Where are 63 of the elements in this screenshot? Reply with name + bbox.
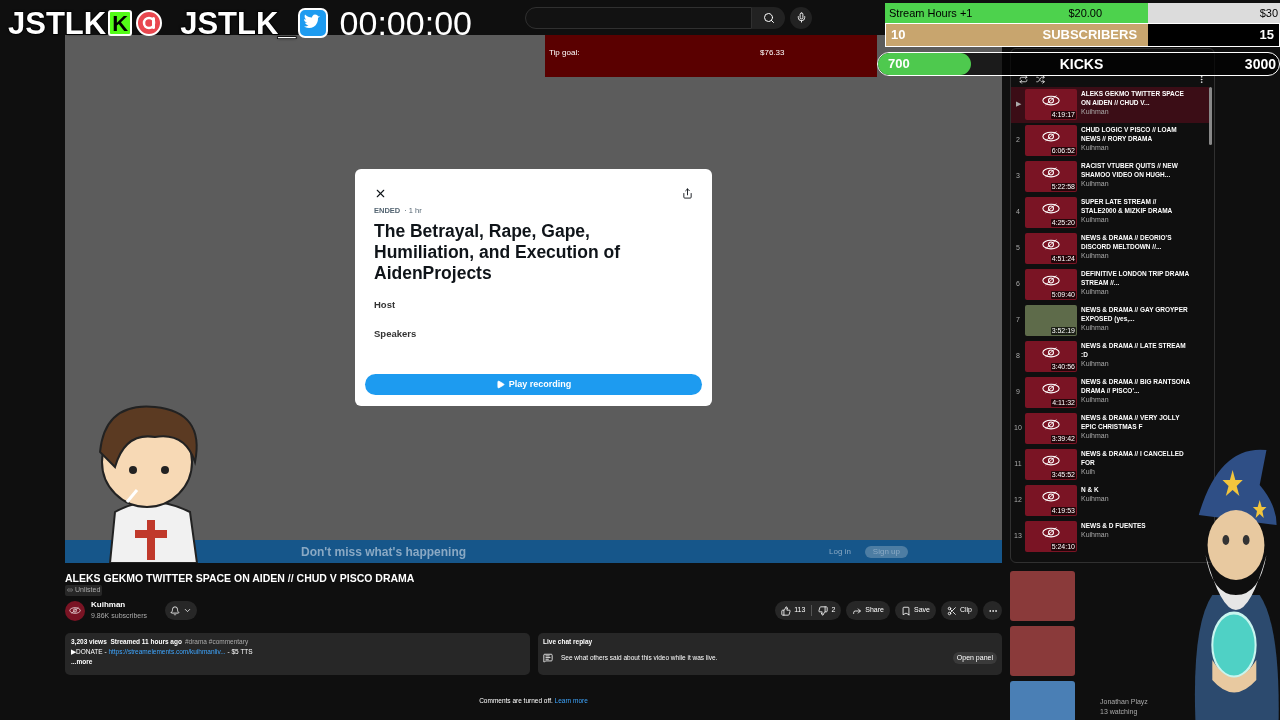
channel-avatar[interactable] <box>65 600 85 621</box>
close-icon[interactable] <box>374 187 387 200</box>
channel-name[interactable]: Kuihman <box>91 599 148 612</box>
kicks-target: 3000 <box>1244 54 1276 74</box>
scrollbar-thumb[interactable] <box>1209 87 1212 145</box>
link-icon <box>67 587 73 594</box>
bell-icon <box>170 605 181 616</box>
mic-icon <box>795 12 807 23</box>
kicks-count: 700 <box>888 55 910 74</box>
search-icon <box>762 11 775 24</box>
section-heading: Speakers <box>374 326 418 341</box>
eye-logo-icon <box>1040 526 1062 539</box>
stream-hours-target: $30 <box>1259 5 1278 21</box>
stream-hours-label: Stream Hours +1 <box>889 5 973 21</box>
thumbs-down-icon <box>818 605 829 616</box>
eye-logo-icon <box>1040 166 1062 179</box>
video-title: ALEKS GEKMO TWITTER SPACE ON AIDEN // CHUD V PISCO DRAMA <box>65 571 416 585</box>
thumbs-up-icon <box>781 605 792 616</box>
repeat-icon[interactable] <box>1019 75 1028 84</box>
eye-logo-icon <box>1040 418 1062 431</box>
eye-logo-icon <box>1040 274 1062 287</box>
share-icon <box>852 605 863 616</box>
eye-logo-icon <box>1040 238 1062 251</box>
mic-button[interactable] <box>790 6 812 29</box>
tip-goal-label: Tip goal: <box>549 47 580 59</box>
section-heading: Host <box>374 298 397 313</box>
search-button[interactable] <box>752 6 785 29</box>
subscriber-count: 10 <box>891 26 906 45</box>
caret-icon <box>183 606 193 615</box>
eye-logo-icon <box>1040 130 1062 143</box>
clip-icon <box>946 605 957 616</box>
eye-logo-icon <box>1040 490 1062 503</box>
save-icon <box>900 605 911 616</box>
video-thumbnail[interactable] <box>1010 626 1075 676</box>
bird-icon <box>297 8 328 38</box>
record-icon <box>136 10 163 36</box>
eye-logo-icon <box>1040 454 1062 467</box>
more-button[interactable] <box>983 601 1002 620</box>
logo-text: JSTLK <box>8 7 107 39</box>
eye-logo-icon <box>1040 94 1062 107</box>
subscriber-target: 15 <box>1259 26 1274 45</box>
more-icon[interactable] <box>1197 75 1206 84</box>
eye-logo-icon <box>1040 346 1062 359</box>
video-thumbnail[interactable] <box>1010 571 1075 621</box>
eye-logo-icon <box>68 606 82 615</box>
shuffle-icon[interactable] <box>1036 75 1045 84</box>
stream-timer: 00:00:00 <box>339 6 472 40</box>
eye-logo-icon <box>1040 202 1062 215</box>
handle-text: JSTLK_ <box>180 7 296 39</box>
tip-goal-amount: $76.33 <box>760 47 785 59</box>
banner-text: Don't miss what's happening <box>301 543 467 561</box>
space-title: The Betrayal, Rape, Gape, Humiliation, and Execution of AidenProjects <box>374 221 621 285</box>
chat-icon <box>543 653 553 664</box>
subscribers-label: SUBSCRIBERS <box>1042 26 1138 45</box>
kicks-label: KICKS <box>1059 54 1104 74</box>
search-field[interactable] <box>525 6 752 29</box>
eye-logo-icon <box>1040 382 1062 395</box>
notification-button[interactable] <box>165 601 198 620</box>
kick-logo: K <box>108 10 133 36</box>
stream-hours-amount: $20.00 <box>1068 5 1103 21</box>
upload-icon[interactable] <box>682 188 693 199</box>
video-thumbnail[interactable] <box>1010 681 1075 720</box>
play-icon <box>495 380 505 389</box>
